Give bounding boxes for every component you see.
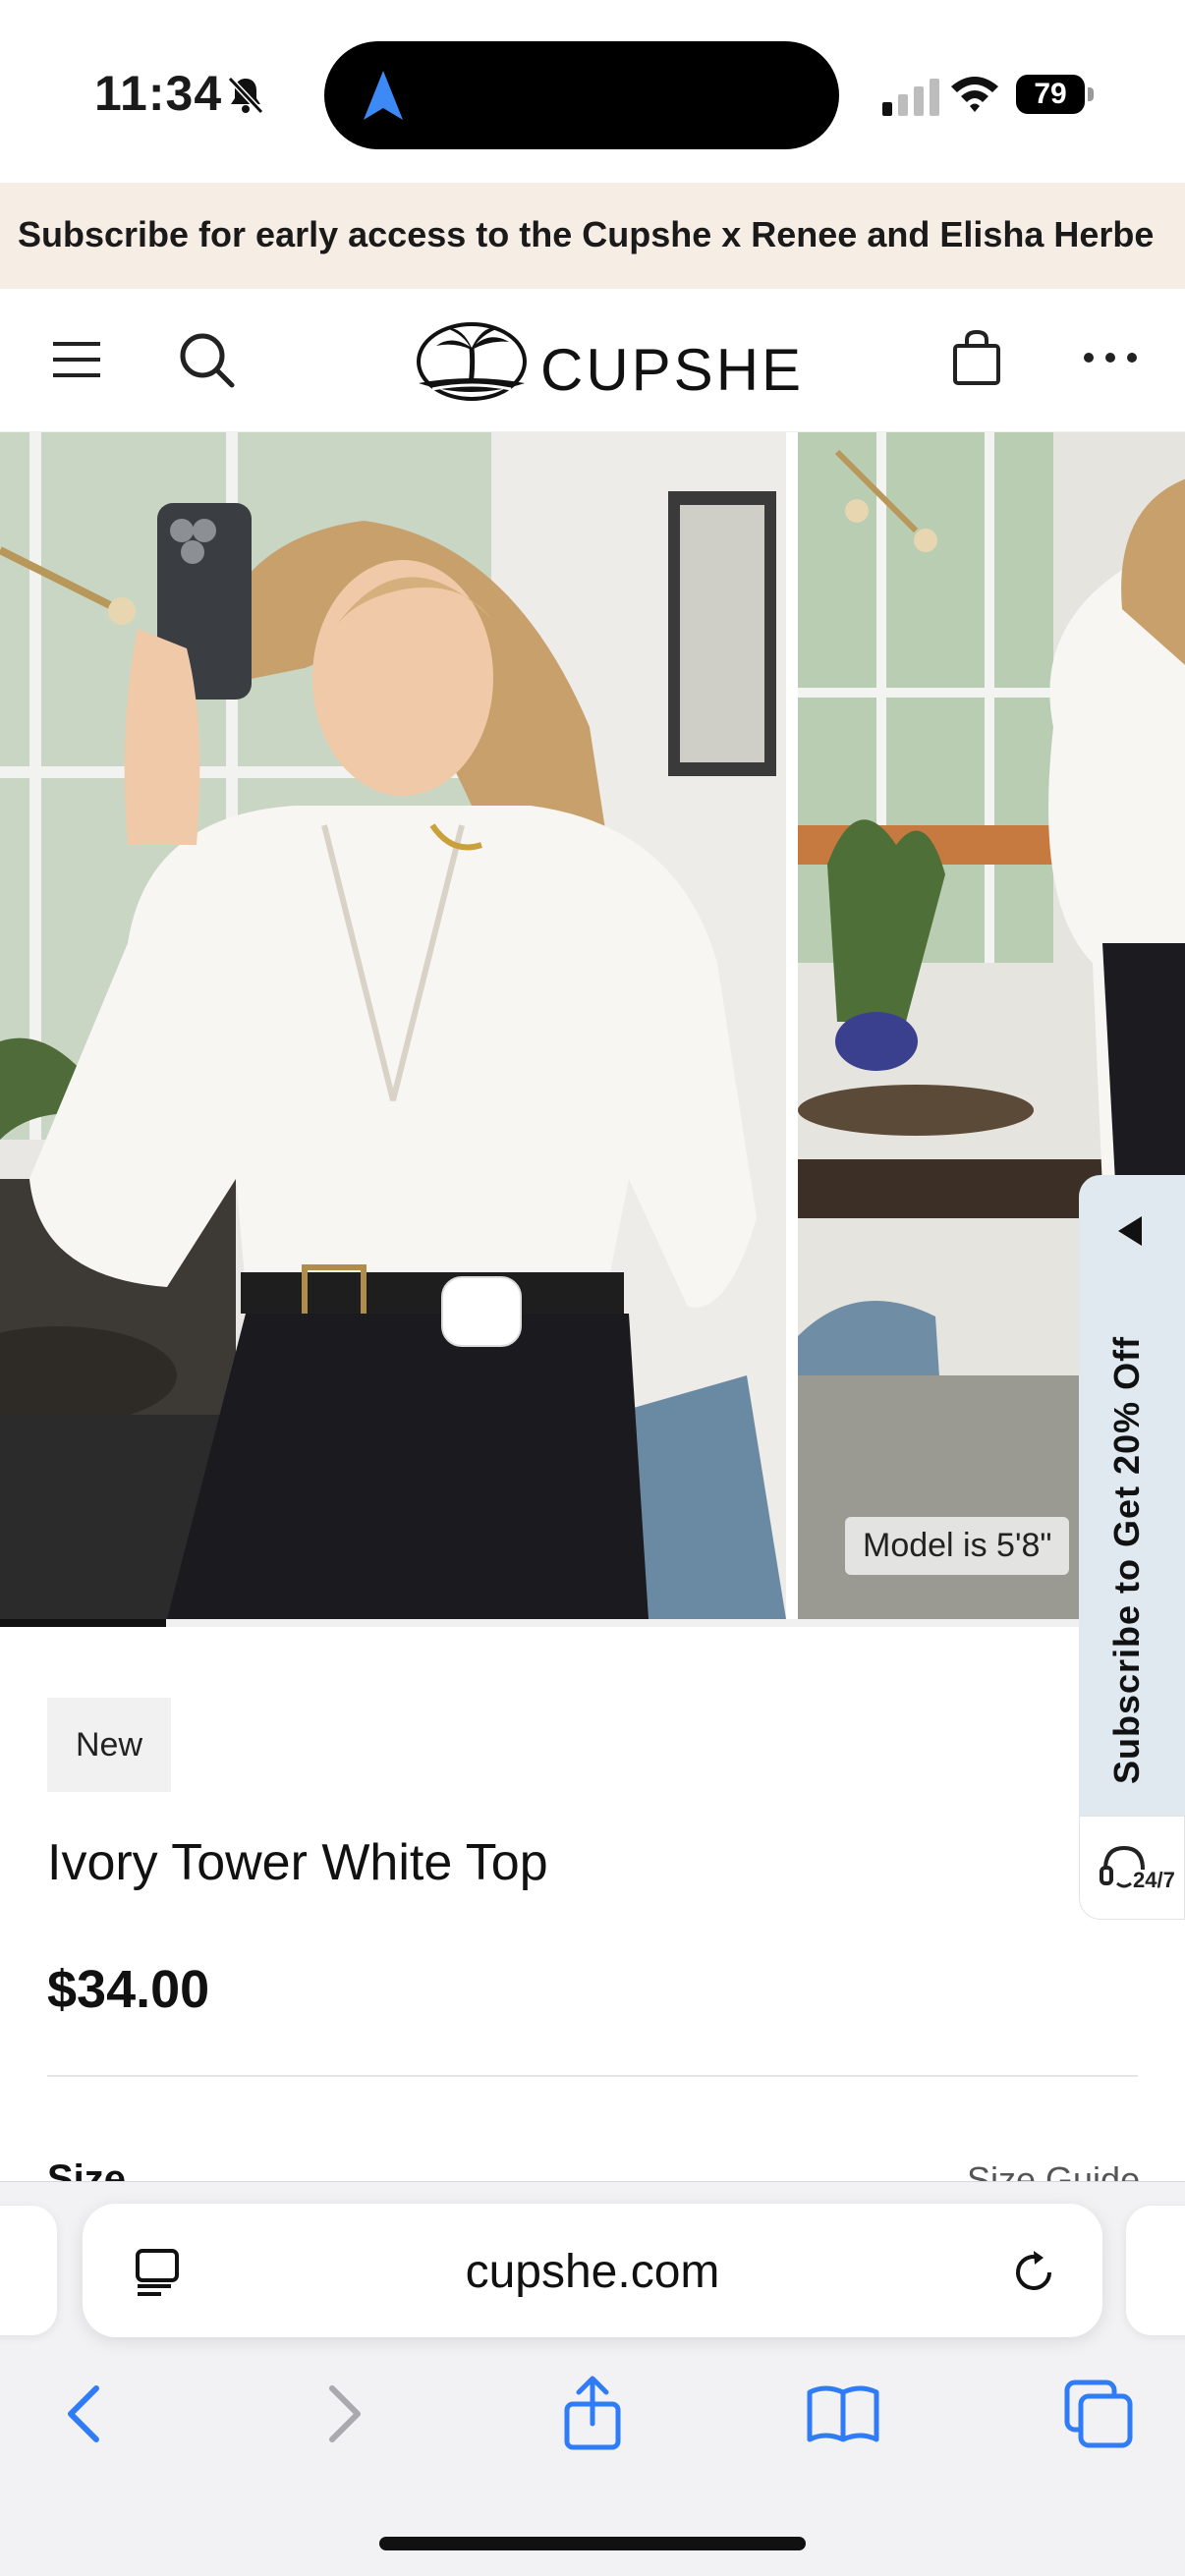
address-bar[interactable]: cupshe.com — [83, 2204, 1102, 2337]
product-photo-main-image — [0, 432, 786, 1619]
battery-cap — [1088, 87, 1094, 101]
site-header: CUPSHE — [0, 289, 1185, 432]
battery-indicator: 79 — [1016, 75, 1095, 114]
bookmarks-icon[interactable] — [804, 2375, 882, 2453]
subscribe-side-tab[interactable]: Subscribe to Get 20% Off — [1079, 1175, 1185, 1816]
subscribe-side-text: Subscribe to Get 20% Off — [1106, 1335, 1147, 1784]
navigation-arrow-icon — [364, 71, 403, 120]
caret-left-icon[interactable] — [1114, 1214, 1144, 1248]
gallery-progress-bar — [0, 1619, 1185, 1627]
url-text: cupshe.com — [465, 2246, 720, 2298]
brand-name: CUPSHE — [540, 337, 805, 403]
battery-level: 79 — [1016, 75, 1085, 114]
product-price: $34.00 — [47, 1960, 210, 2019]
previous-tab-preview[interactable] — [0, 2206, 57, 2335]
announcement-bar[interactable]: Subscribe for early access to the Cupshe… — [0, 183, 1185, 289]
back-icon[interactable] — [47, 2375, 126, 2453]
status-bar: 11:34 79 — [0, 0, 1185, 183]
product-photo-main[interactable] — [0, 432, 786, 1619]
home-indicator — [379, 2537, 806, 2550]
forward-icon[interactable] — [303, 2375, 381, 2453]
menu-icon[interactable] — [51, 338, 102, 381]
tabs-icon[interactable] — [1059, 2375, 1138, 2453]
bell-muted-icon — [227, 76, 264, 115]
search-icon[interactable] — [175, 328, 238, 391]
support-chat-label: 24/7 — [1133, 1868, 1175, 1892]
cellular-signal-icon — [882, 79, 939, 116]
reload-icon[interactable] — [1008, 2247, 1059, 2298]
brand-logo[interactable]: CUPSHE — [413, 318, 801, 407]
product-title: Ivory Tower White Top — [47, 1834, 548, 1891]
gallery-progress-fill — [0, 1619, 166, 1627]
support-chat-button[interactable]: 24/7 — [1079, 1816, 1185, 1920]
browser-bottom-bar: cupshe.com — [0, 2181, 1185, 2576]
dynamic-island — [324, 41, 839, 149]
status-time: 11:34 — [94, 66, 223, 121]
product-image-gallery[interactable]: Model is 5'8" — [0, 432, 1185, 1619]
new-badge: New — [47, 1698, 171, 1792]
wifi-icon — [951, 77, 998, 112]
next-tab-preview[interactable] — [1126, 2206, 1185, 2335]
more-options-icon[interactable] — [1081, 346, 1140, 369]
palm-tree-logo-icon — [417, 322, 527, 401]
shopping-bag-icon[interactable] — [949, 328, 1004, 387]
section-divider — [47, 2075, 1138, 2077]
model-height-note: Model is 5'8" — [845, 1517, 1070, 1575]
announcement-text: Subscribe for early access to the Cupshe… — [18, 214, 1155, 254]
share-icon[interactable] — [553, 2375, 632, 2453]
